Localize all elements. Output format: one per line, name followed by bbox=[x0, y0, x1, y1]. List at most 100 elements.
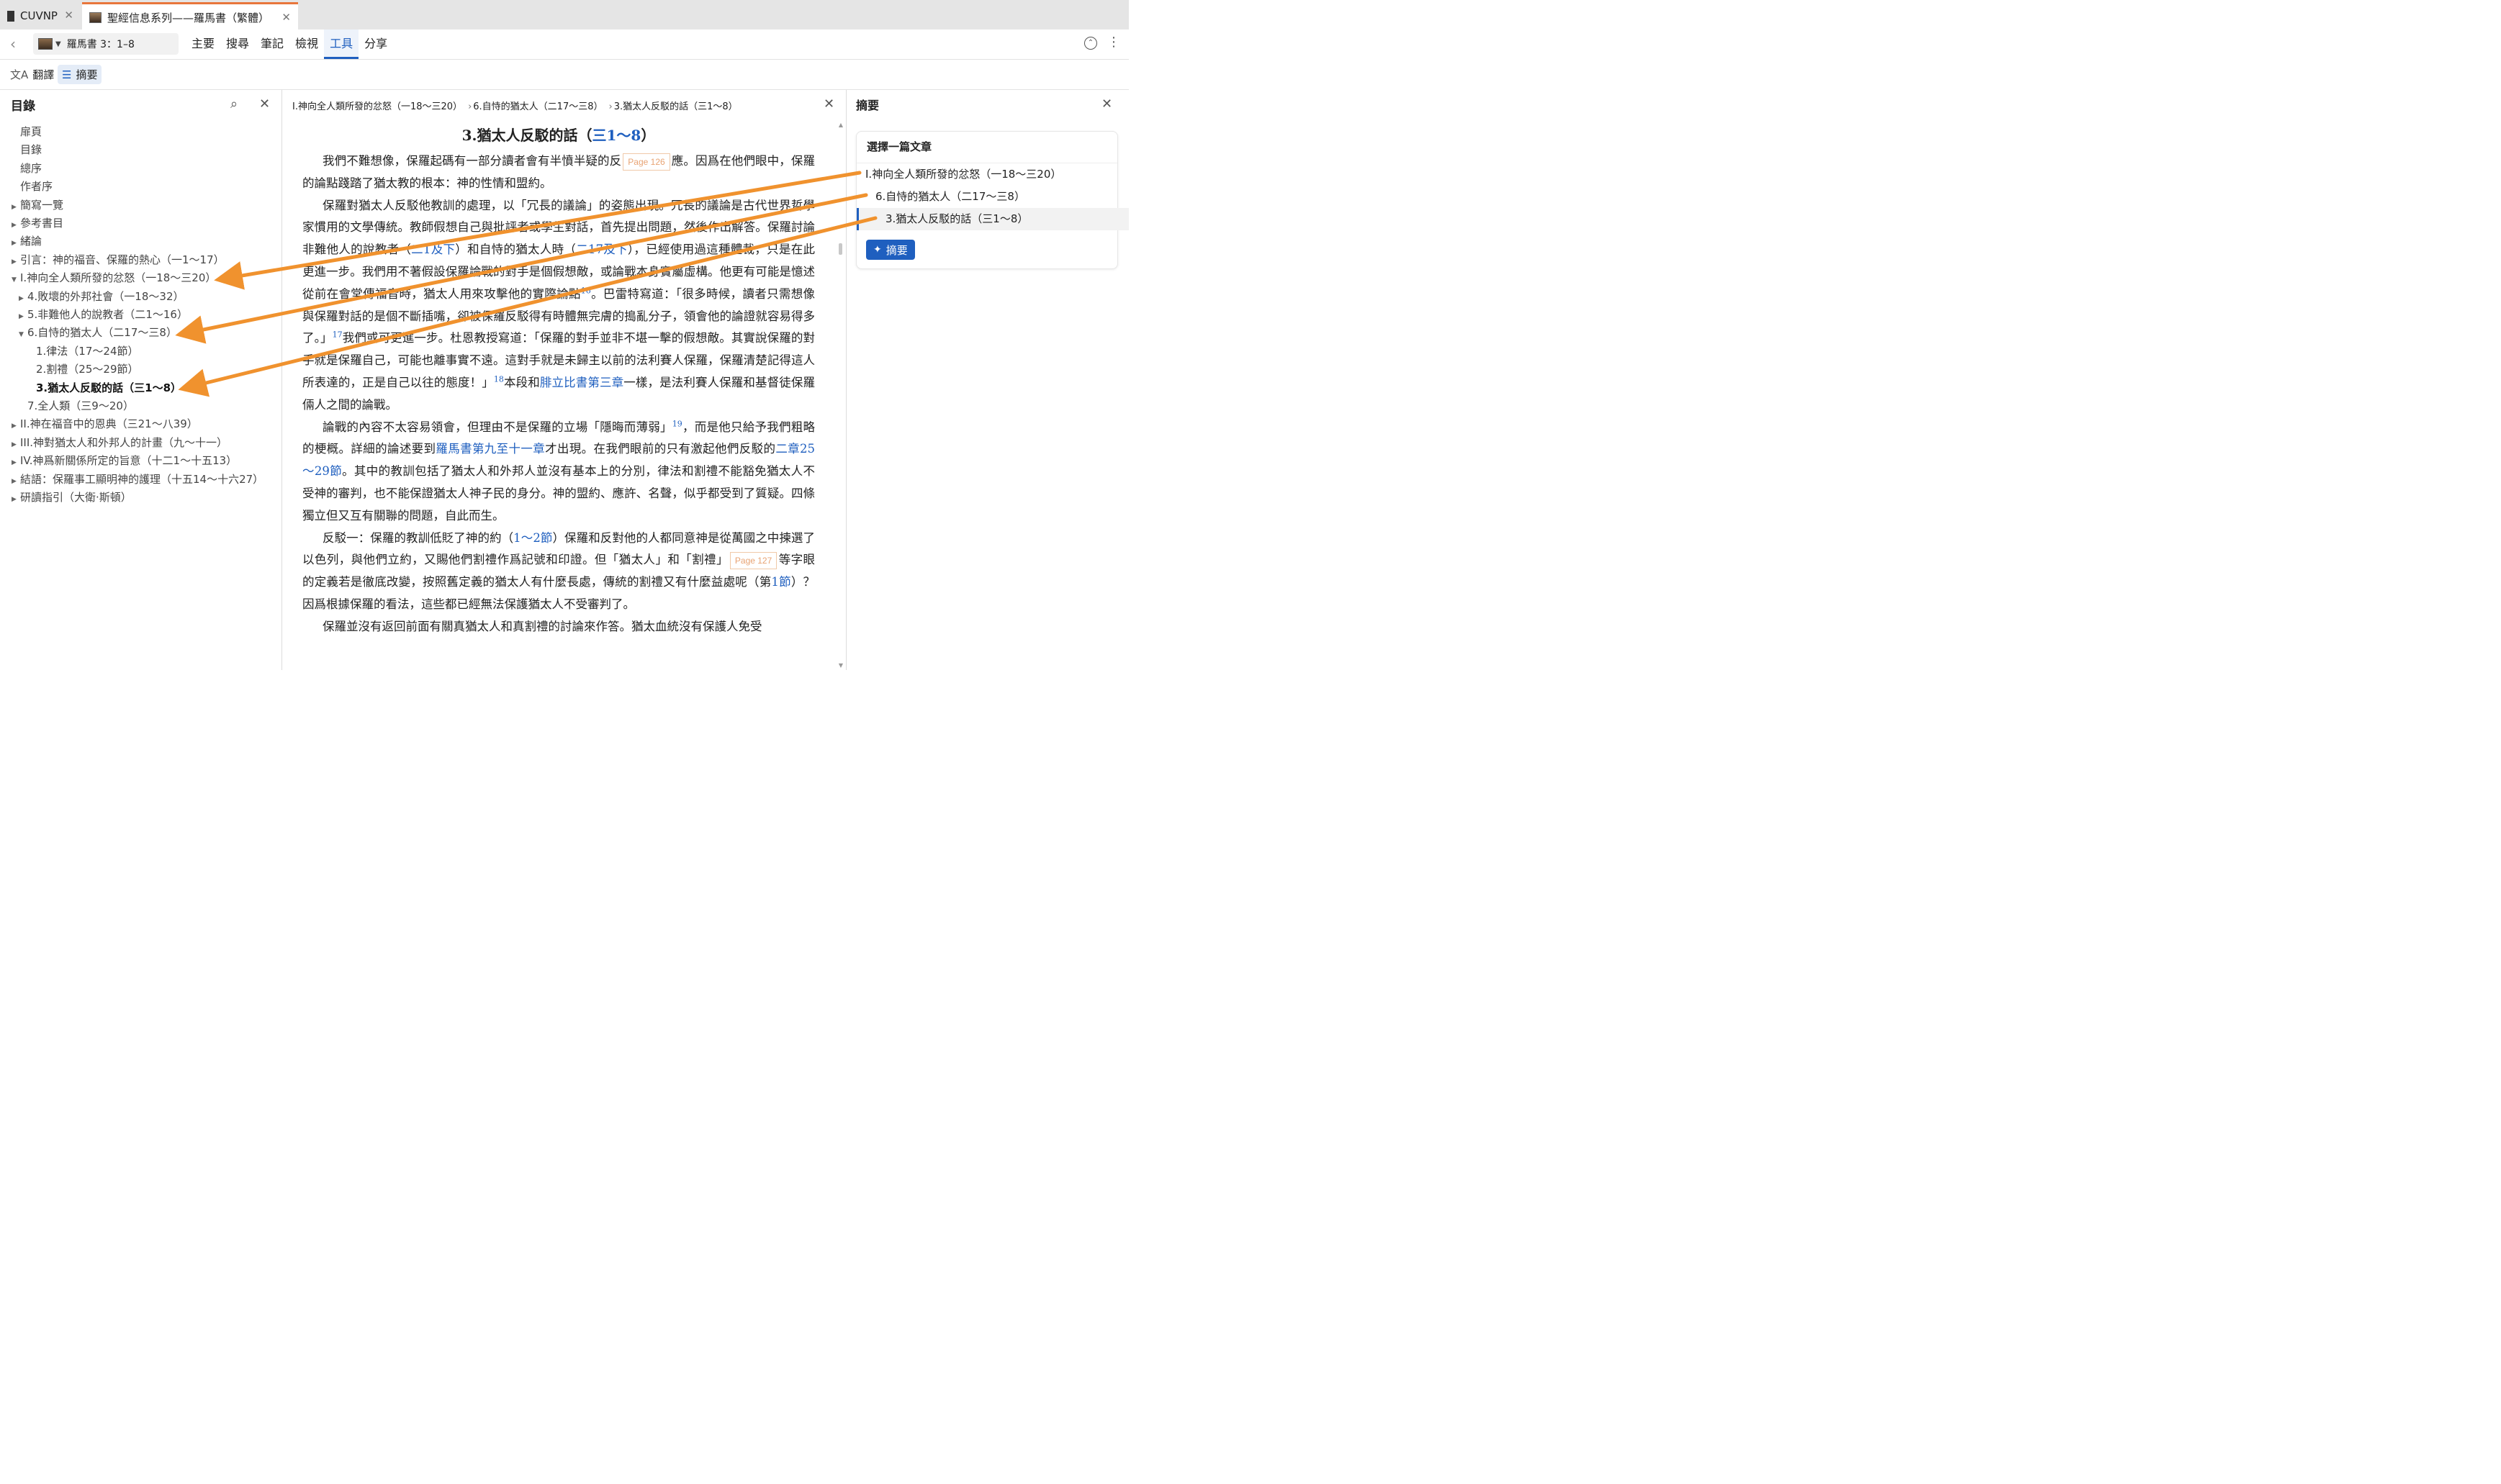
chevron-right-icon[interactable]: ▶ bbox=[12, 253, 19, 271]
tab-romans[interactable]: 聖經信息系列——羅馬書（繁體） ✕ bbox=[82, 2, 298, 30]
chevron-right-icon[interactable]: ▶ bbox=[12, 417, 19, 435]
toc-item[interactable]: ▶ II.神在福音中的恩典（三21～八39） bbox=[12, 415, 198, 433]
summary-label: 摘要 bbox=[76, 68, 98, 81]
menu-view[interactable]: 檢視 bbox=[289, 30, 324, 59]
menu-notes[interactable]: 筆記 bbox=[255, 30, 289, 59]
toc-item[interactable]: ▶ III.神對猶太人和外邦人的計畫（九～十一） bbox=[12, 434, 227, 451]
paragraph-5: 保羅並沒有返回前面有關真猶太人和真割禮的討論來作答。猶太血統沒有保護人免受 bbox=[302, 616, 815, 638]
summary-tool-button[interactable]: ☰ 摘要 bbox=[58, 65, 102, 84]
toc-item-label: 4.敗壞的外邦社會（一18～32） bbox=[27, 289, 184, 303]
title-scripture-link[interactable]: 三1～8 bbox=[592, 127, 641, 144]
chevron-right-icon[interactable]: ▶ bbox=[12, 199, 19, 216]
toc-item[interactable]: 2.割禮（25～29節） bbox=[27, 361, 139, 378]
bible-book-icon bbox=[7, 10, 14, 22]
page-marker: Page 127 bbox=[729, 552, 778, 570]
close-icon[interactable]: ✕ bbox=[259, 96, 270, 112]
footnote-link[interactable]: 16 bbox=[581, 286, 591, 295]
more-vertical-icon[interactable]: ⋮ bbox=[1107, 36, 1120, 50]
toc-item[interactable]: 目錄 bbox=[12, 141, 42, 158]
chevron-down-icon[interactable]: ▼ bbox=[12, 271, 19, 289]
chevron-down-icon[interactable]: ▼ bbox=[19, 326, 26, 343]
toc-item-label: 研讀指引（大衛·斯頓） bbox=[20, 491, 132, 504]
toc-item-label: I.神向全人類所發的忿怒（一18～三20） bbox=[20, 271, 217, 285]
footnote-link[interactable]: 17 bbox=[333, 330, 343, 340]
breadcrumb-item[interactable]: I.神向全人類所發的忿怒（一18～三20） bbox=[292, 101, 462, 112]
scripture-link[interactable]: 1節 bbox=[771, 575, 790, 589]
toc-item[interactable]: ▶ IV.神爲新關係所定的旨意（十二1～十五13） bbox=[12, 452, 237, 469]
toc-item[interactable]: 3.猶太人反駁的話（三1～8） bbox=[27, 379, 181, 397]
toc-item-label: II.神在福音中的恩典（三21～八39） bbox=[20, 417, 198, 431]
resource-selector[interactable]: ▼ 羅馬書 3：1–8 bbox=[33, 33, 179, 55]
menu-share[interactable]: 分享 bbox=[359, 30, 393, 59]
toc-item[interactable]: 7.全人類（三9～20） bbox=[19, 397, 134, 415]
toc-item-label: 參考書目 bbox=[20, 217, 64, 230]
toc-item[interactable]: ▶ 參考書目 bbox=[12, 214, 63, 232]
toc-item[interactable]: ▶ 簡寫一覽 bbox=[12, 196, 63, 214]
breadcrumb-item[interactable]: 3.猶太人反駁的話（三1～8） bbox=[614, 101, 738, 112]
scroll-up-arrow-icon[interactable]: ▲ bbox=[839, 122, 843, 128]
toc-item[interactable]: ▶ 結語：保羅事工顯明神的護理（十五14～十六27） bbox=[12, 471, 263, 488]
text: 論戰的內容不太容易領會，但理由不是保羅的立場「隱晦而薄弱」 bbox=[323, 420, 672, 434]
scroll-down-arrow-icon[interactable]: ▼ bbox=[839, 662, 843, 669]
toc-item[interactable]: 總序 bbox=[12, 160, 42, 177]
toc-item[interactable]: ▼ I.神向全人類所發的忿怒（一18～三20） bbox=[12, 269, 216, 286]
article-choice-item[interactable]: I.神向全人類所發的忿怒（一18～三20） bbox=[857, 163, 1126, 186]
toc-item-label: 2.割禮（25～29節） bbox=[36, 363, 139, 376]
chevron-right-icon[interactable]: ▶ bbox=[12, 436, 19, 453]
chevron-right-icon[interactable]: ▶ bbox=[19, 308, 26, 325]
tab-cuvnp[interactable]: CUVNP ✕ bbox=[0, 2, 81, 30]
toc-title: 目錄 bbox=[11, 99, 35, 114]
toc-item-label: 作者序 bbox=[20, 180, 53, 194]
chevron-right-icon[interactable]: ▶ bbox=[19, 290, 26, 307]
breadcrumb-item[interactable]: 6.自恃的猶太人（二17～三8） bbox=[473, 101, 603, 112]
toc-item[interactable]: ▶ 引言：神的福音、保羅的熱心（一1～17） bbox=[12, 251, 225, 268]
list-icon: ☰ bbox=[62, 68, 72, 81]
article-choice-item[interactable]: 6.自恃的猶太人（二17～三8） bbox=[857, 186, 1129, 208]
footnote-link[interactable]: 19 bbox=[672, 419, 682, 428]
close-icon[interactable]: ✕ bbox=[64, 9, 73, 22]
summary-button-label: 摘要 bbox=[886, 243, 908, 257]
book-cover-icon bbox=[89, 12, 102, 23]
chevron-down-icon[interactable]: ▼ bbox=[55, 40, 61, 48]
toc-item-label: 引言：神的福音、保羅的熱心（一1～17） bbox=[20, 253, 225, 266]
scripture-link[interactable]: 二1及下 bbox=[411, 243, 455, 256]
summary-panel: 摘要 ✕ 選擇一篇文章 I.神向全人類所發的忿怒（一18～三20） 6.自恃的猶… bbox=[847, 90, 1129, 670]
chevron-right-icon[interactable]: ▶ bbox=[12, 454, 19, 471]
scroll-up-circle-icon[interactable]: ⌃ bbox=[1084, 37, 1097, 50]
close-icon[interactable]: ✕ bbox=[824, 96, 834, 112]
generate-summary-button[interactable]: ✦ 摘要 bbox=[866, 240, 915, 260]
menu-search[interactable]: 搜尋 bbox=[220, 30, 255, 59]
footnote-link[interactable]: 18 bbox=[494, 374, 504, 384]
scripture-link[interactable]: 羅馬書第九至十一章 bbox=[436, 442, 545, 456]
toc-item[interactable]: 扉頁 bbox=[12, 123, 42, 140]
toc-item[interactable]: ▼ 6.自恃的猶太人（二17～三8） bbox=[19, 324, 177, 341]
toc-item-label: 簡寫一覽 bbox=[20, 198, 64, 212]
menu-tools[interactable]: 工具 bbox=[324, 30, 359, 59]
article-choice-item-selected[interactable]: 3.猶太人反駁的話（三1～8） bbox=[857, 208, 1129, 230]
menu-main[interactable]: 主要 bbox=[186, 30, 220, 59]
text: ）和自恃的猶太人時（ bbox=[455, 243, 577, 257]
chevron-right-icon[interactable]: ▶ bbox=[12, 491, 19, 508]
title-text: ） bbox=[641, 127, 656, 144]
close-icon[interactable]: ✕ bbox=[281, 11, 291, 24]
scripture-link[interactable]: 腓立比書第三章 bbox=[540, 376, 623, 389]
close-icon[interactable]: ✕ bbox=[1101, 96, 1112, 112]
text: 本段和 bbox=[503, 375, 540, 389]
translate-button[interactable]: 文A 翻譯 bbox=[6, 65, 58, 84]
toc-item[interactable]: ▶ 5.非難他人的說教者（二1～16） bbox=[19, 306, 188, 323]
back-icon[interactable]: ‹ bbox=[10, 35, 16, 53]
chevron-right-icon[interactable]: ▶ bbox=[12, 235, 19, 252]
scripture-link[interactable]: 1～2節 bbox=[513, 531, 552, 545]
chevron-right-icon[interactable]: ▶ bbox=[12, 217, 19, 234]
toc-item[interactable]: 1.律法（17～24節） bbox=[27, 343, 139, 360]
toc-item[interactable]: ▶ 4.敗壞的外邦社會（一18～32） bbox=[19, 288, 184, 305]
chevron-right-icon[interactable]: ▶ bbox=[12, 473, 19, 490]
toc-item[interactable]: 作者序 bbox=[12, 178, 53, 195]
scrollbar-thumb[interactable] bbox=[839, 243, 842, 255]
toc-item[interactable]: ▶ 緒論 bbox=[12, 232, 42, 250]
search-icon[interactable]: ⌕ bbox=[230, 96, 238, 112]
scripture-link[interactable]: 二17及下 bbox=[576, 243, 628, 256]
toc-item[interactable]: ▶ 研讀指引（大衛·斯頓） bbox=[12, 489, 132, 506]
summary-card: 選擇一篇文章 I.神向全人類所發的忿怒（一18～三20） 6.自恃的猶太人（二1… bbox=[856, 131, 1129, 269]
paragraph-3: 論戰的內容不太容易領會，但理由不是保羅的立場「隱晦而薄弱」19，而是他只給予我們… bbox=[302, 417, 815, 528]
